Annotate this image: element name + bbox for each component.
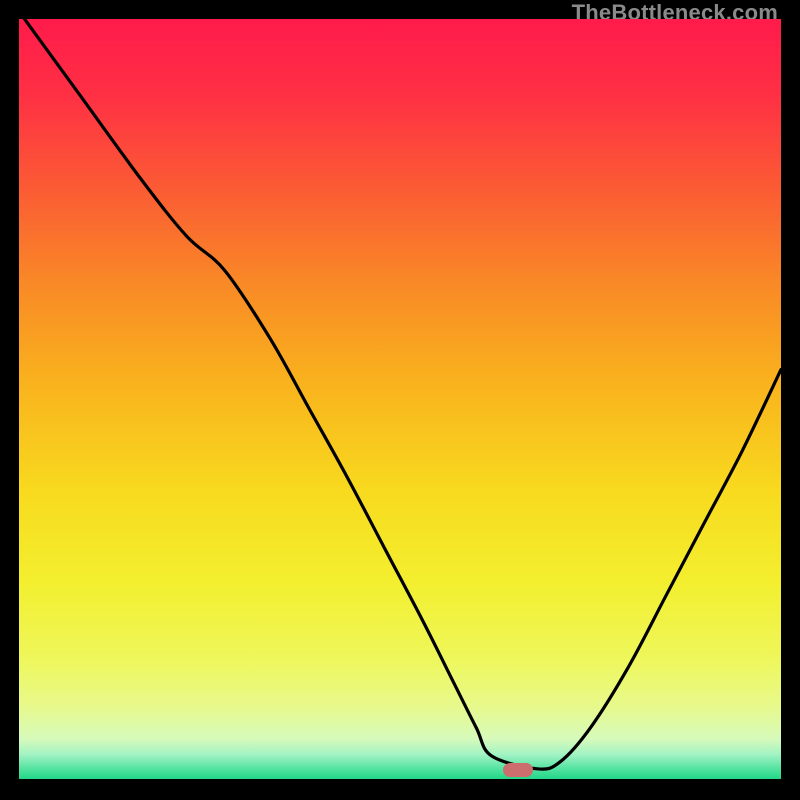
gradient-background: [19, 19, 781, 781]
optimal-point-marker: [503, 763, 533, 777]
bottleneck-chart: [19, 19, 781, 781]
chart-frame: [19, 19, 781, 781]
